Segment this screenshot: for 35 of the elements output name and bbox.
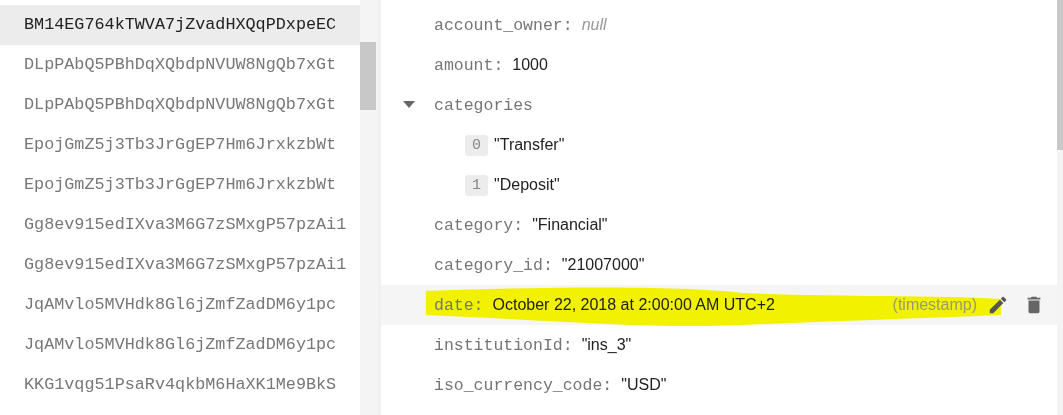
field-key: amount: xyxy=(434,55,504,75)
field-key: account_owner: xyxy=(434,15,573,35)
document-item[interactable]: JqAMvlo5MVHdk8Gl6jZmfZadDM6y1pc xyxy=(0,285,360,325)
caret-icon[interactable] xyxy=(403,101,415,109)
field-value: "Transfer" xyxy=(494,136,565,154)
field-key: category: xyxy=(434,215,524,235)
scrollbar-thumb[interactable] xyxy=(1057,0,1063,150)
field-type: (timestamp) xyxy=(892,296,977,314)
field-value: 1000 xyxy=(512,56,548,74)
document-item[interactable]: DLpPAbQ5PBhDqXQbdpNVUW8NgQb7xGt xyxy=(0,85,360,125)
field-value: "ins_3" xyxy=(581,336,632,354)
field-value: "USD" xyxy=(621,376,667,394)
scrollbar-thumb[interactable] xyxy=(360,42,376,110)
document-item[interactable]: EpojGmZ5j3Tb3JrGgEP7Hm6JrxkzbWt xyxy=(0,165,360,205)
field-value: null xyxy=(581,16,607,34)
field-value: "Deposit" xyxy=(494,176,560,194)
field-key: date: xyxy=(434,295,484,315)
field-row[interactable]: date: October 22, 2018 at 2:00:00 AM UTC+2 (timestamp) xyxy=(381,285,1057,325)
document-item[interactable]: DLpPAbQ5PBhDqXQbdpNVUW8NgQb7xGt xyxy=(0,45,360,85)
field-key: institutionId: xyxy=(434,335,573,355)
array-index: 1 xyxy=(465,174,488,196)
array-index: 0 xyxy=(465,134,488,156)
document-item[interactable]: EpojGmZ5j3Tb3JrGgEP7Hm6JrxkzbWt xyxy=(0,125,360,165)
field-key: category_id: xyxy=(434,255,553,275)
field-value: "Financial" xyxy=(532,216,608,234)
document-item[interactable]: JqAMvlo5MVHdk8Gl6jZmfZadDM6y1pc xyxy=(0,325,360,365)
field-value: "21007000" xyxy=(561,256,645,274)
field-key: categories xyxy=(434,95,534,115)
field-key: iso_currency_code: xyxy=(434,375,613,395)
edit-icon[interactable] xyxy=(987,294,1009,316)
document-item[interactable]: Gg8ev915edIXva3M6G7zSMxgP57pzAi1 xyxy=(0,245,360,285)
field-value: October 22, 2018 at 2:00:00 AM UTC+2 xyxy=(492,296,775,314)
document-item[interactable]: Gg8ev915edIXva3M6G7zSMxgP57pzAi1 xyxy=(0,205,360,245)
document-item[interactable]: BM14EG764kTWVA7jZvadHXQqPDxpeEC xyxy=(0,5,360,45)
document-item[interactable]: KKG1vqg51PsaRv4qkbM6HaXK1Me9BkS xyxy=(0,365,360,405)
